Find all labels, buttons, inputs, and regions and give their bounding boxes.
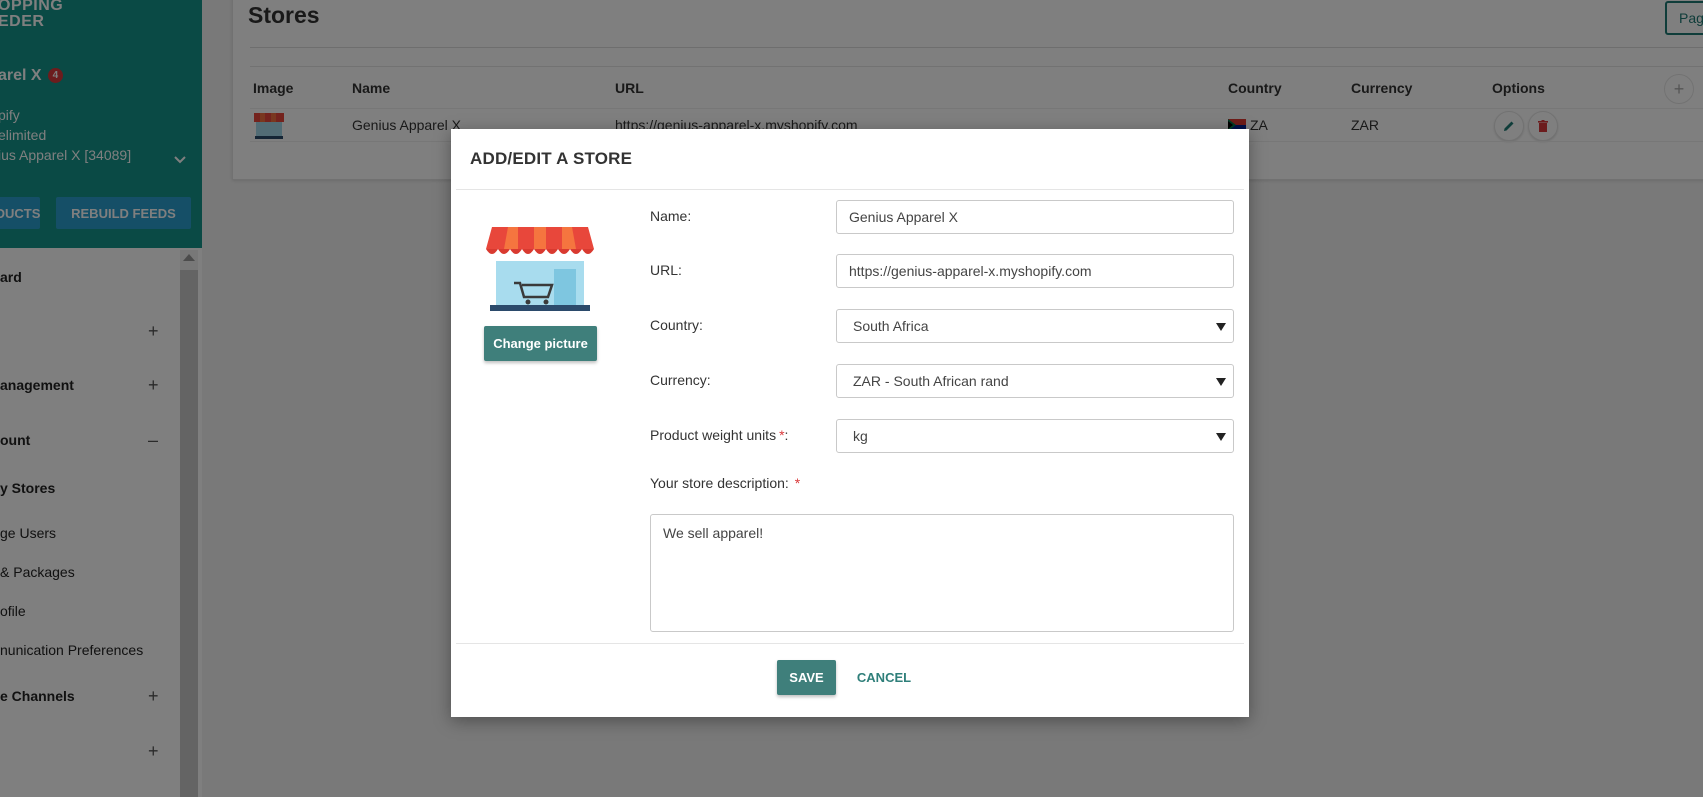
- store-image-icon: [486, 227, 594, 311]
- dropdown-arrow-icon: [1216, 323, 1226, 331]
- save-button[interactable]: SAVE: [777, 660, 836, 695]
- change-picture-button[interactable]: Change picture: [484, 326, 597, 361]
- label-colon: :: [784, 427, 789, 443]
- dropdown-arrow-icon: [1216, 378, 1226, 386]
- currency-select[interactable]: ZAR - South African rand: [836, 364, 1234, 398]
- store-name-input[interactable]: Genius Apparel X: [836, 200, 1234, 234]
- required-marker: *: [794, 475, 801, 491]
- divider: [456, 189, 1244, 190]
- weight-units-label-text: Product weight units: [650, 427, 777, 443]
- add-edit-store-dialog: ADD/EDIT A STORE Change picture Name: Ge…: [451, 129, 1249, 717]
- name-label: Name:: [650, 208, 692, 224]
- country-select-value: South Africa: [853, 318, 929, 334]
- description-label: Your store description: *: [650, 475, 800, 491]
- weight-units-select-value: kg: [853, 428, 868, 444]
- divider: [456, 643, 1244, 644]
- weight-units-label: Product weight units *:: [650, 427, 788, 443]
- currency-select-value: ZAR - South African rand: [853, 373, 1009, 389]
- description-label-text: Your store description:: [650, 475, 789, 491]
- store-description-textarea[interactable]: We sell apparel!: [650, 514, 1234, 632]
- country-label: Country:: [650, 317, 703, 333]
- url-label: URL:: [650, 262, 682, 278]
- cancel-button[interactable]: CANCEL: [851, 660, 917, 695]
- weight-units-select[interactable]: kg: [836, 419, 1234, 453]
- dropdown-arrow-icon: [1216, 433, 1226, 441]
- country-select[interactable]: South Africa: [836, 309, 1234, 343]
- dialog-title: ADD/EDIT A STORE: [470, 149, 633, 168]
- store-url-input[interactable]: https://genius-apparel-x.myshopify.com: [836, 254, 1234, 288]
- currency-label: Currency:: [650, 372, 711, 388]
